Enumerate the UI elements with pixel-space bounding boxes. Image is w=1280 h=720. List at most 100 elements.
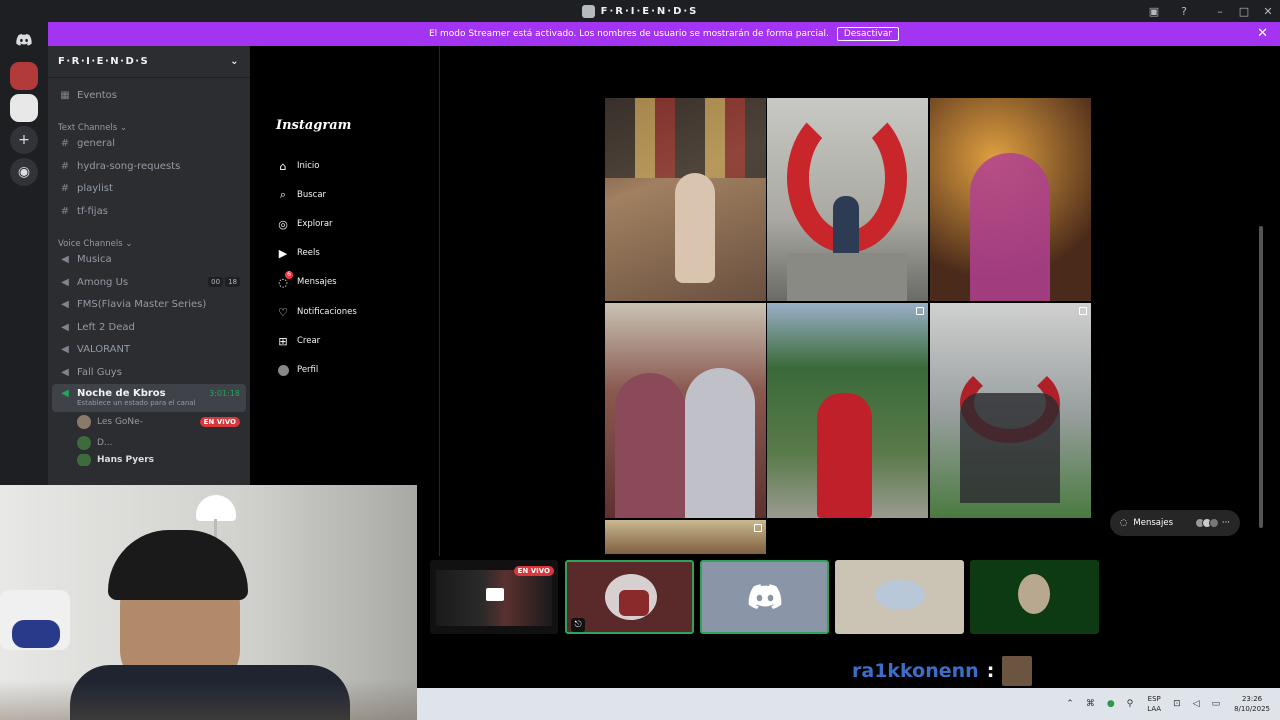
events-item[interactable]: ▦ Eventos [48,84,250,107]
deactivate-button[interactable]: Desactivar [836,27,900,41]
titlebar-tools: ▣ ? [1142,0,1196,22]
language-indicator[interactable]: ESP LAA [1147,694,1161,714]
server-name: F·R·I·E·N·D·S [58,56,150,67]
participant-tile[interactable] [970,560,1099,634]
close-icon[interactable]: ✕ [1257,26,1268,41]
profile-post[interactable] [605,98,766,301]
chevron-up-icon[interactable]: ⌃ [1066,699,1074,709]
profile-post[interactable] [605,520,766,554]
battery-icon[interactable]: ▭ [1212,699,1221,709]
webcam-overlay [0,485,417,720]
speaker-icon: ◀ [61,344,69,356]
profile-avatar-icon [276,363,290,377]
nav-explorar[interactable]: ◎ Explorar [276,216,332,232]
speaker-icon: ◀ [61,299,69,311]
profile-post[interactable] [930,303,1091,518]
live-badge: EN VIVO [513,566,554,576]
participant-tile[interactable]: ⎋ [565,560,694,634]
clock[interactable]: 23:26 8/10/2025 [1234,694,1270,714]
profile-post[interactable] [767,98,928,301]
stream-thumb-screen[interactable]: EN VIVO [430,560,558,634]
messenger-icon: ◌ [1120,518,1128,528]
volume-icon[interactable]: ◁ [1193,699,1200,709]
app-tray-icon[interactable]: ● [1107,699,1115,709]
hash-icon: # [60,205,70,217]
voice-channel-valorant[interactable]: ◀ VALORANT [48,339,250,362]
nav-crear[interactable]: ⊞ Crear [276,333,320,349]
nav-perfil[interactable]: Perfil [276,362,318,378]
voice-channels-category[interactable]: Voice Channels ⌄ [48,231,250,249]
channel-general[interactable]: # general [48,133,250,156]
messages-pill[interactable]: ◌ Mensajes ··· [1110,510,1240,536]
microphone-icon[interactable]: ⚲ [1127,699,1134,709]
voice-channel-musica[interactable]: ◀ Musica [48,249,250,272]
maximize-icon[interactable]: □ [1232,5,1256,18]
home-icon: ⌂ [279,159,287,173]
reels-icon: ▶ [278,246,288,260]
carousel-icon [916,307,924,315]
channel-hydra-song-requests[interactable]: # hydra-song-requests [48,155,250,178]
nav-buscar[interactable]: ⌕ Buscar [276,187,326,203]
explore-compass-icon[interactable]: ◉ [10,158,38,186]
voice-channel-noche-de-kbros[interactable]: ◀ Noche de Kbros 3:01:18 Establece un es… [52,383,246,412]
voice-timer: 3:01:18 [209,389,240,398]
server-header[interactable]: F·R·I·E·N·D·S ⌄ [48,46,250,78]
instagram-sidebar: Instagram ⌂ Inicio ⌕ Buscar ◎ Explorar ▶ Ree… [250,46,440,556]
avatar [77,453,91,466]
voice-channel-left-2-dead[interactable]: ◀ Left 2 Dead [48,316,250,339]
chat-username: ra1kkonenn [852,660,979,682]
user-limit-badge: 18 [225,277,240,288]
channel-playlist[interactable]: # playlist [48,178,250,201]
discord-home-icon[interactable] [10,26,38,54]
scrollbar[interactable] [1258,98,1264,554]
banner-text: El modo Streamer está activado. Los nomb… [428,29,829,39]
screen-share-icon: ⎋ [571,618,585,632]
messages-badge: 6 [285,271,293,279]
channel-sidebar: F·R·I·E·N·D·S ⌄ ▦ Eventos Text Channels … [48,46,250,488]
text-channels-category[interactable]: Text Channels ⌄ [48,115,250,133]
calendar-icon: ▦ [60,89,70,101]
nav-notificaciones[interactable]: ♡ Notificaciones [276,304,357,320]
carousel-icon [1079,307,1087,315]
add-server-icon[interactable]: + [10,126,38,154]
profile-post[interactable] [930,98,1091,301]
profile-post[interactable] [767,303,928,518]
minimize-icon[interactable]: – [1208,5,1232,18]
nav-reels[interactable]: ▶ Reels [276,245,320,261]
server-other-icon[interactable] [10,94,38,122]
avatar [77,436,91,450]
close-window-icon[interactable]: ✕ [1256,5,1280,18]
voice-user[interactable]: D... [48,433,250,454]
window-titlebar: F·R·I·E·N·D·S ▣ ? – □ ✕ [0,0,1280,22]
speaker-icon: ◀ [61,366,69,378]
network-icon[interactable]: ⌘ [1086,699,1095,709]
voice-channel-fms[interactable]: ◀ FMS(Flavia Master Series) [48,294,250,317]
voice-user[interactable]: Les GoNe- EN VIVO [48,412,250,433]
message-avatars [1194,518,1219,528]
server-friends-icon[interactable] [10,62,38,90]
hash-icon: # [60,138,70,150]
more-icon: ··· [1221,518,1230,528]
wifi-icon[interactable]: ⊡ [1173,699,1181,709]
profile-post[interactable] [605,303,766,518]
discord-logo-icon [748,584,781,610]
help-icon[interactable]: ? [1172,5,1196,18]
nav-inicio[interactable]: ⌂ Inicio [276,158,320,174]
user-count-badge: 00 [208,277,224,288]
voice-user[interactable]: Hans Pyers [48,453,250,466]
participant-tile[interactable] [700,560,829,634]
instagram-logo[interactable]: Instagram [276,118,351,133]
heart-icon: ♡ [278,305,288,319]
participant-tile[interactable] [835,560,964,634]
nav-mensajes[interactable]: ◌ 6 Mensajes [276,271,337,290]
channel-status[interactable]: Establece un estado para el canal [77,399,196,407]
voice-channel-among-us[interactable]: ◀ Among Us 00 18 [48,271,250,294]
scrollbar-thumb[interactable] [1259,226,1263,528]
live-badge: EN VIVO [199,417,240,427]
channel-tf-fijas[interactable]: # tf-fijas [48,200,250,223]
plus-square-icon: ⊞ [278,334,288,348]
server-list: + ◉ [0,22,48,488]
inbox-icon[interactable]: ▣ [1142,5,1166,18]
messenger-icon: ◌ 6 [276,271,293,289]
voice-channel-fall-guys[interactable]: ◀ Fall Guys [48,361,250,384]
